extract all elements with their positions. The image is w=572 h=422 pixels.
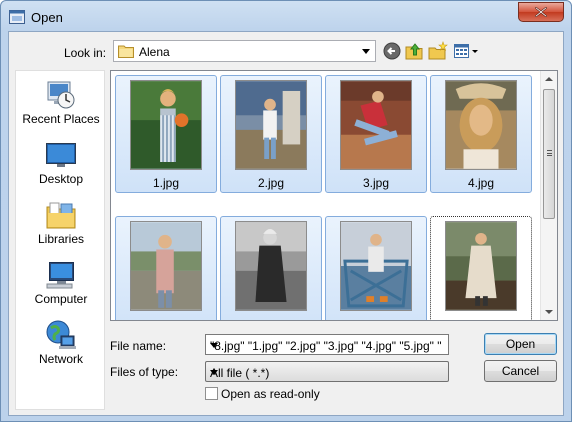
- look-in-label: Look in:: [64, 46, 107, 60]
- place-desktop[interactable]: Desktop: [16, 139, 106, 199]
- file-tile-5[interactable]: [115, 216, 217, 320]
- file-name: 2.jpg: [257, 176, 285, 190]
- files-of-type-label: Files of type:: [110, 365, 179, 379]
- place-network[interactable]: Network: [16, 319, 106, 379]
- file-name: 4.jpg: [467, 176, 495, 190]
- read-only-label[interactable]: Open as read-only: [221, 387, 320, 401]
- place-label: Network: [38, 352, 83, 366]
- desktop-icon: [46, 143, 76, 167]
- files-of-type-select[interactable]: All file ( *.*): [205, 361, 449, 382]
- chevron-down-icon[interactable]: [210, 343, 218, 348]
- chevron-down-icon[interactable]: [362, 49, 370, 54]
- back-button[interactable]: [382, 41, 404, 61]
- close-button[interactable]: [518, 2, 564, 22]
- place-label: Desktop: [38, 172, 84, 186]
- place-computer[interactable]: Computer: [16, 259, 106, 319]
- file-name: 3.jpg: [362, 176, 390, 190]
- place-libraries[interactable]: Libraries: [16, 199, 106, 259]
- new-folder-button[interactable]: [428, 41, 450, 61]
- photo-thumbnail: [235, 221, 307, 311]
- view-menu-button[interactable]: [453, 41, 479, 61]
- title-bar[interactable]: Open: [1, 1, 571, 32]
- window-title: Open: [31, 10, 63, 25]
- photo-thumbnail: [340, 80, 412, 170]
- up-folder-icon: [405, 43, 423, 60]
- back-icon: [383, 42, 401, 60]
- place-recent-places[interactable]: Recent Places: [16, 79, 106, 139]
- folder-icon: [118, 45, 134, 58]
- file-tile-7[interactable]: [325, 216, 427, 320]
- file-tile-2[interactable]: 2.jpg: [220, 75, 322, 193]
- up-folder-button[interactable]: [405, 41, 427, 61]
- recent-places-icon: [47, 81, 75, 109]
- file-tile-4[interactable]: 4.jpg: [430, 75, 532, 193]
- read-only-checkbox[interactable]: [205, 387, 218, 400]
- file-name-label: File name:: [110, 339, 167, 353]
- view-menu-icon: [454, 44, 478, 58]
- photo-thumbnail: [235, 80, 307, 170]
- file-name: 1.jpg: [152, 176, 180, 190]
- file-tile-6[interactable]: [220, 216, 322, 320]
- close-icon: [535, 7, 547, 17]
- file-name-input[interactable]: "8.jpg" "1.jpg" "2.jpg" "3.jpg" "4.jpg" …: [205, 334, 449, 355]
- open-button[interactable]: Open: [484, 333, 557, 355]
- window-icon: [9, 10, 25, 24]
- file-list[interactable]: 1.jpg 2.jpg 3.jpg 4.jpg: [110, 70, 558, 321]
- file-tile-1[interactable]: 1.jpg: [115, 75, 217, 193]
- scroll-thumb[interactable]: [543, 89, 555, 219]
- look-in-value: Alena: [139, 45, 170, 59]
- photo-thumbnail: [445, 80, 517, 170]
- look-in-combo[interactable]: Alena: [113, 40, 376, 62]
- cancel-button[interactable]: Cancel: [484, 360, 557, 382]
- vertical-scrollbar[interactable]: [540, 71, 557, 320]
- files-of-type-value: All file ( *.*): [210, 366, 270, 380]
- chevron-down-icon[interactable]: [210, 370, 218, 375]
- file-name-value: "8.jpg" "1.jpg" "2.jpg" "3.jpg" "4.jpg" …: [210, 339, 442, 353]
- open-dialog: Open Look in: Alena Recent Places Deskto…: [0, 0, 572, 422]
- place-label: Libraries: [37, 232, 85, 246]
- dialog-client: Look in: Alena Recent Places Desktop Lib…: [8, 31, 564, 416]
- place-label: Computer: [34, 292, 88, 306]
- file-tile-3[interactable]: 3.jpg: [325, 75, 427, 193]
- scroll-up-icon[interactable]: [545, 77, 553, 81]
- scroll-down-icon[interactable]: [545, 310, 553, 314]
- computer-icon: [46, 262, 74, 289]
- photo-thumbnail: [130, 221, 202, 311]
- photo-thumbnail: [340, 221, 412, 311]
- grip-icon: [547, 150, 552, 156]
- photo-thumbnail: [130, 80, 202, 170]
- file-tile-8[interactable]: [430, 216, 532, 320]
- new-folder-icon: [428, 41, 448, 60]
- libraries-icon: [46, 202, 76, 229]
- place-label: Recent Places: [22, 112, 100, 126]
- places-bar: Recent Places Desktop Libraries Computer…: [15, 70, 105, 410]
- network-icon: [46, 320, 76, 349]
- photo-thumbnail: [445, 221, 517, 311]
